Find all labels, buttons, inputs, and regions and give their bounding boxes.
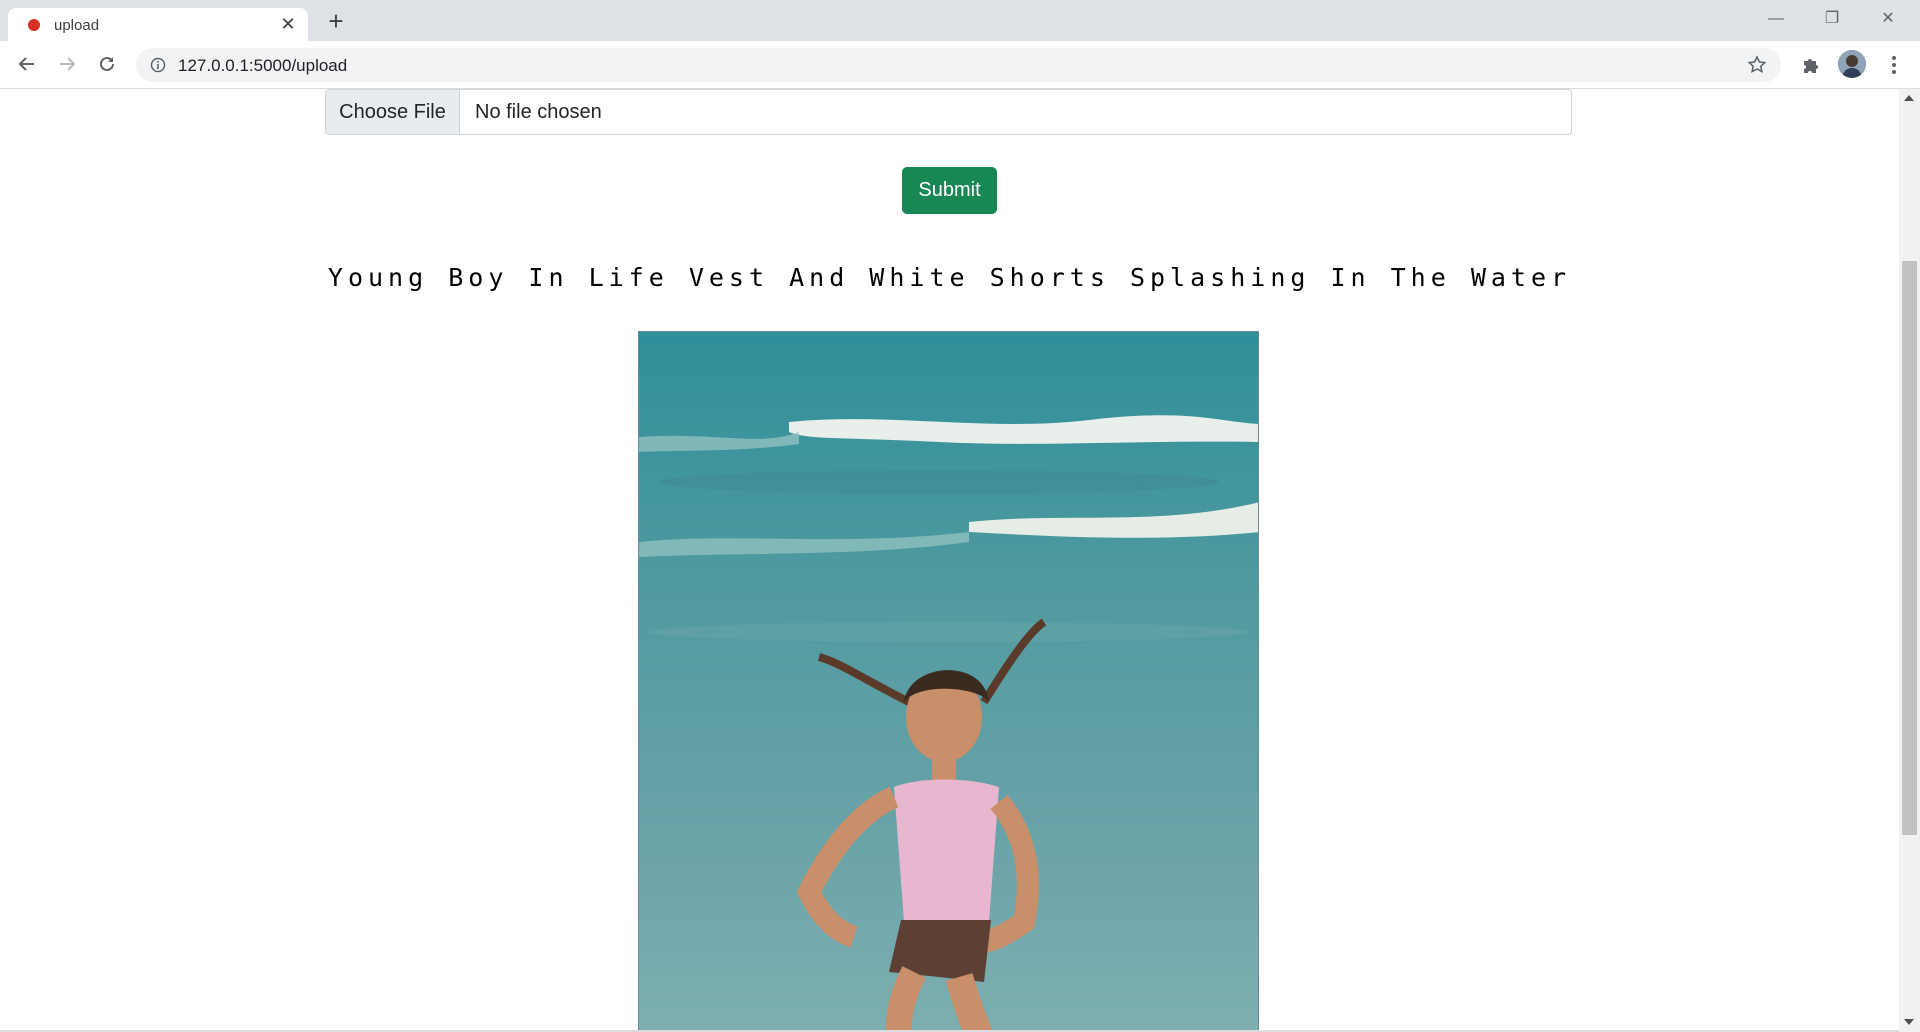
minimize-window-icon[interactable]: — [1754,4,1798,34]
file-status-text: No file chosen [475,100,602,123]
info-icon[interactable] [150,57,166,73]
profile-avatar[interactable] [1838,50,1866,78]
restore-window-icon[interactable]: ❐ [1810,4,1854,34]
close-tab-icon[interactable]: ✕ [278,14,298,34]
file-input[interactable]: Choose File No file chosen [325,89,1572,135]
uploaded-photo [638,331,1259,1032]
new-tab-button[interactable]: + [322,8,350,36]
address-bar[interactable]: 127.0.0.1:5000/upload [136,48,1781,82]
close-window-icon[interactable]: ✕ [1866,4,1910,34]
back-button[interactable] [12,49,42,79]
puzzle-icon[interactable] [1800,54,1822,76]
vertical-scrollbar[interactable] [1899,89,1920,1032]
kebab-menu-icon[interactable] [1884,53,1904,77]
reload-button[interactable] [92,49,122,79]
record-dot-icon [28,19,40,31]
reload-icon [100,56,114,71]
beach-photo-image [639,332,1258,1032]
image-caption: Young Boy In Life Vest And White Shorts … [327,263,1572,292]
page-viewport: Choose File No file chosen Submit Young … [0,89,1899,1032]
browser-toolbar: 127.0.0.1:5000/upload [0,41,1920,89]
tab-title: upload [54,17,100,34]
scroll-thumb[interactable] [1902,261,1917,835]
arrow-right-icon [60,57,76,71]
forward-button[interactable] [52,49,82,79]
url-text: 127.0.0.1:5000/upload [178,56,348,75]
avatar-icon [1838,50,1866,78]
choose-file-button[interactable]: Choose File [326,90,460,134]
browser-tab[interactable]: upload ✕ [8,8,308,41]
scroll-down-icon[interactable] [1904,1019,1914,1025]
star-icon[interactable] [1747,55,1767,75]
submit-button[interactable]: Submit [902,167,997,214]
scroll-up-icon[interactable] [1904,95,1914,101]
arrow-left-icon [18,57,34,71]
tab-strip: upload ✕ + — ❐ ✕ [0,0,1920,41]
